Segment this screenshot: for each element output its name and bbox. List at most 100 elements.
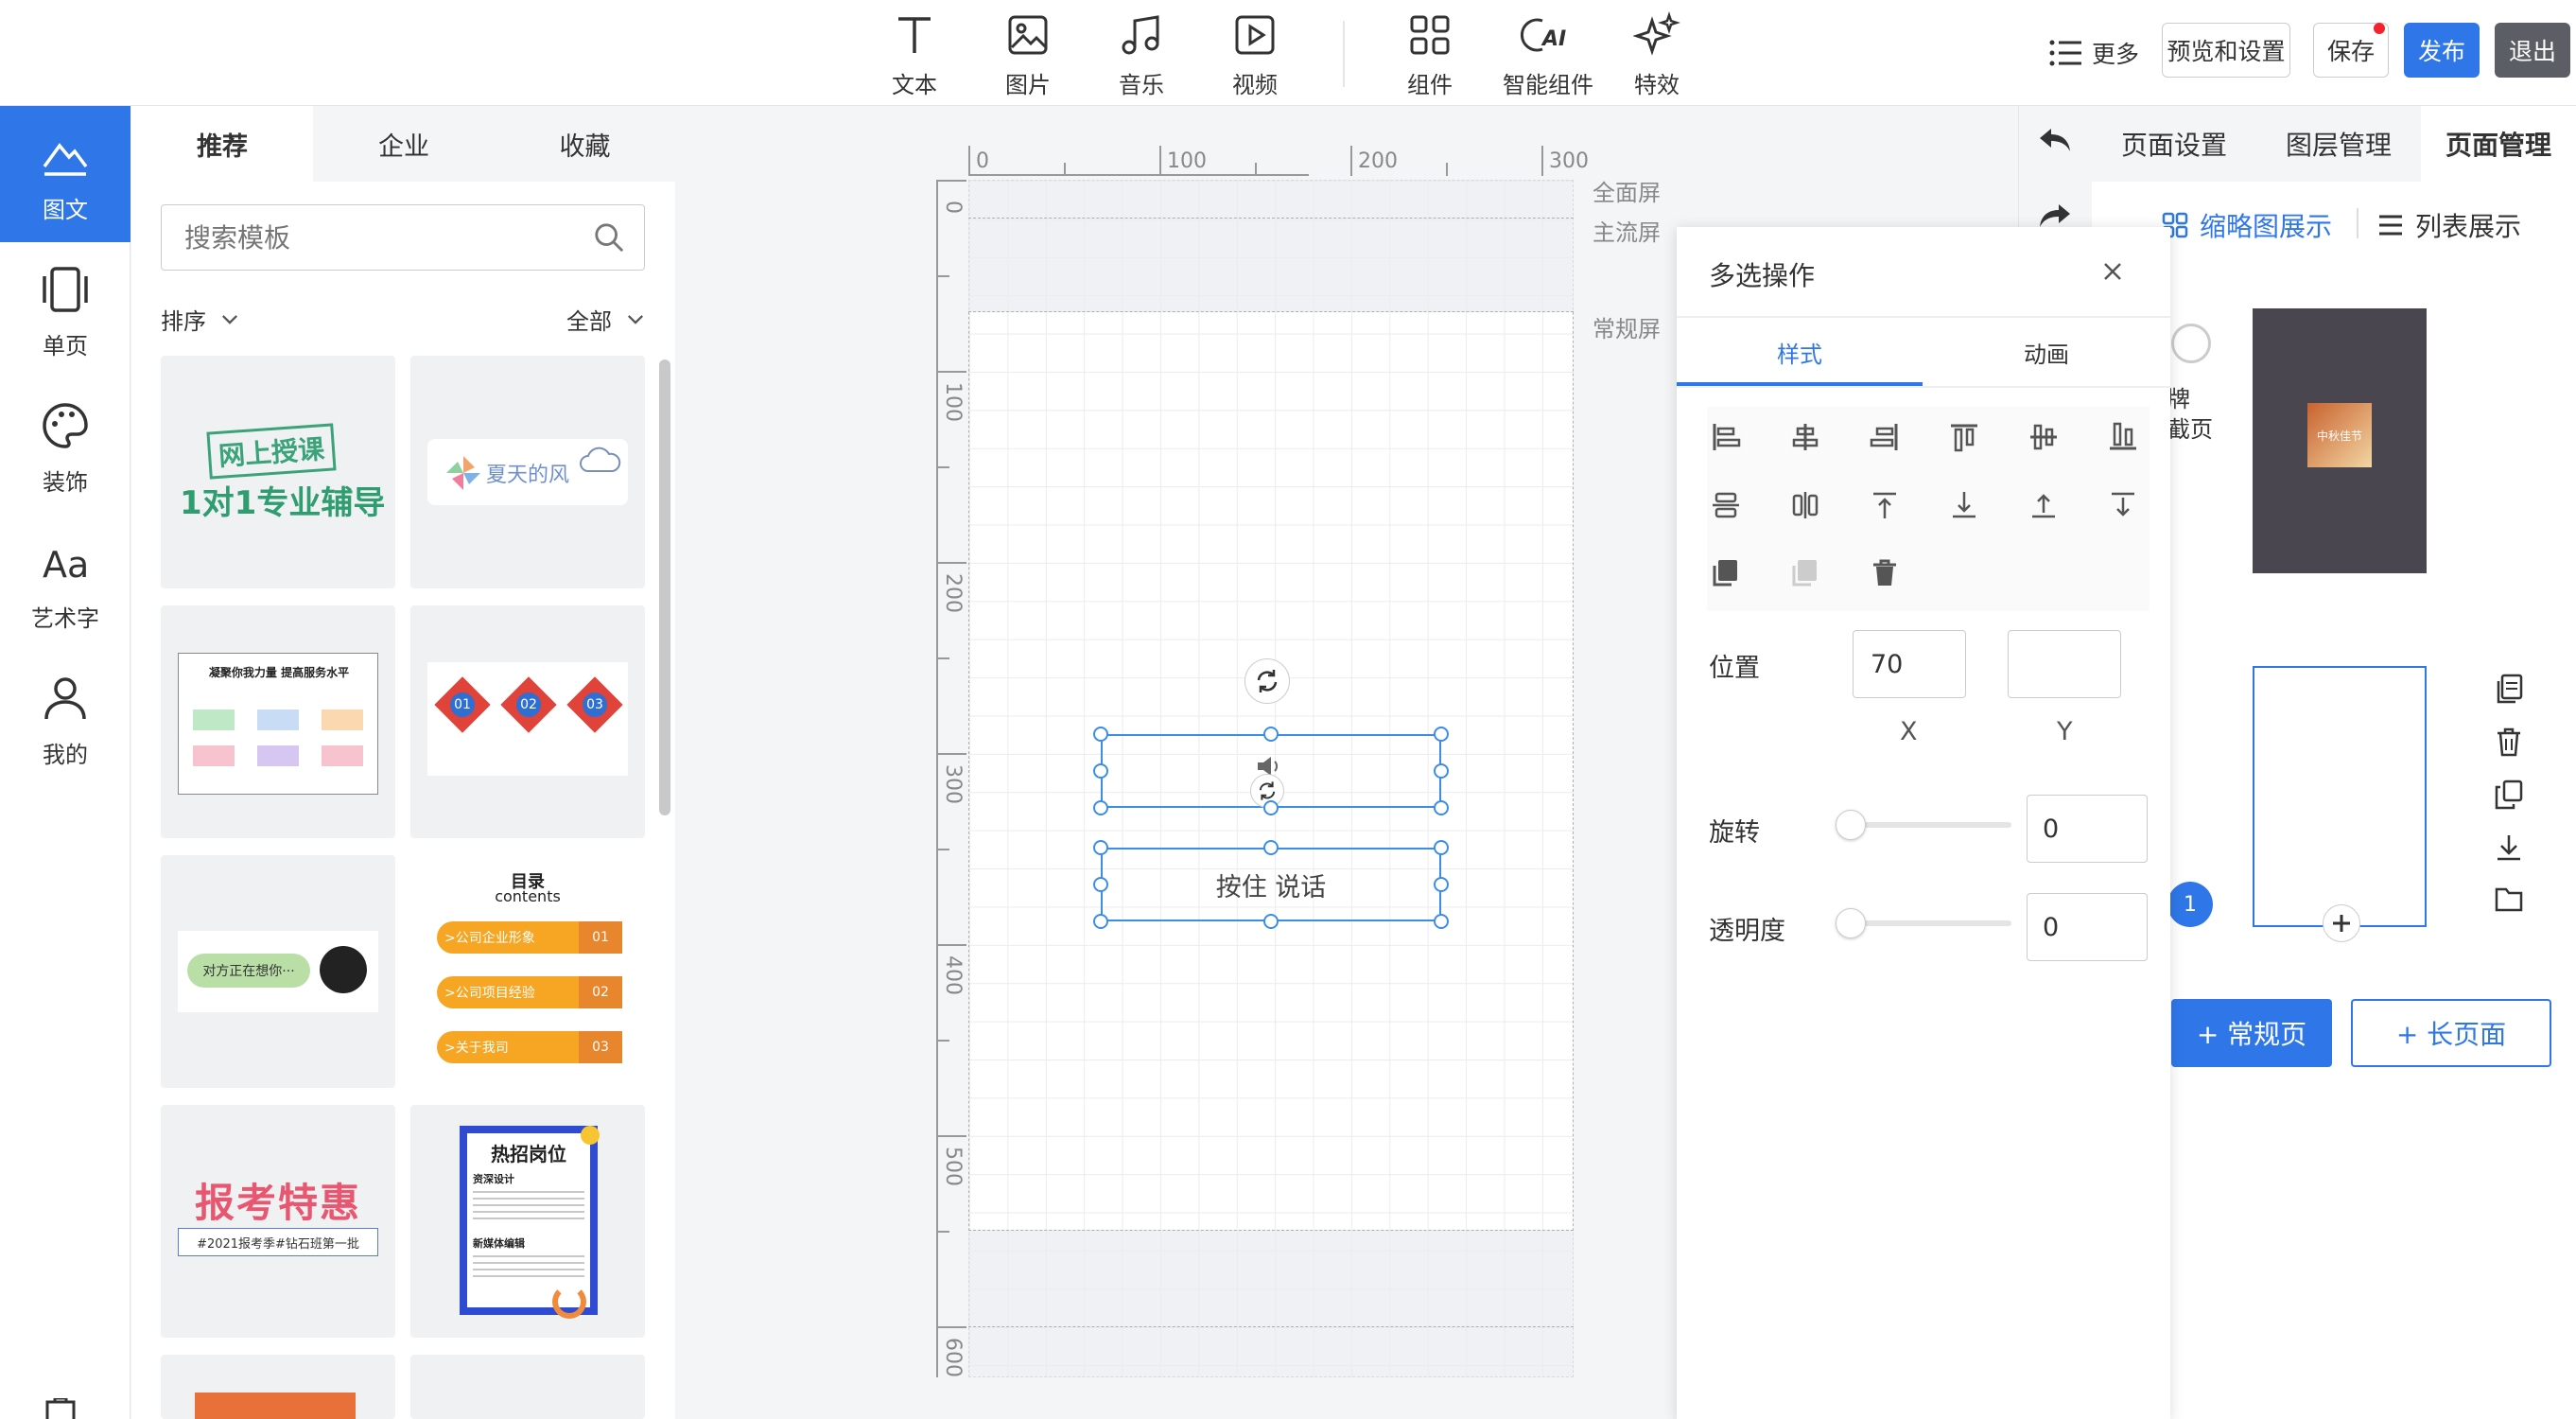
distribute-horizontal-icon[interactable]	[1709, 488, 1743, 522]
rotation-slider-thumb[interactable]	[1836, 810, 1866, 840]
nav-label: 图文	[43, 197, 88, 223]
publish-button[interactable]: 发布	[2404, 23, 2480, 78]
template-thumb-partial[interactable]	[410, 1355, 645, 1419]
exit-button[interactable]: 退出	[2495, 23, 2570, 78]
distribute-vertical-icon[interactable]	[1788, 488, 1822, 522]
template-scrollbar[interactable]	[659, 359, 670, 815]
opacity-input[interactable]: 0	[2027, 893, 2148, 961]
download-icon[interactable]	[2495, 832, 2523, 863]
resize-handle[interactable]	[1434, 914, 1449, 929]
template-thumb-hiring[interactable]: 热招岗位 资深设计 新媒体编辑	[410, 1105, 645, 1338]
list-view-label: 列表展示	[2415, 211, 2522, 242]
resize-handle[interactable]	[1093, 914, 1108, 929]
align-top-icon[interactable]	[1947, 420, 1981, 454]
template-thumb-service[interactable]: 凝聚你我力量 提高服务水平	[161, 605, 395, 838]
template-thumb-chat[interactable]: 对方正在想你···	[161, 855, 395, 1088]
resize-handle[interactable]	[1093, 727, 1108, 742]
rotation-input[interactable]: 0	[2027, 795, 2148, 863]
clipboard-icon[interactable]	[42, 1398, 79, 1419]
trash-icon[interactable]	[1868, 556, 1902, 590]
duplicate-icon[interactable]	[2495, 780, 2523, 810]
resize-handle[interactable]	[1434, 800, 1449, 815]
filter-dropdown[interactable]: 全部	[566, 303, 644, 336]
align-center-h-icon[interactable]	[1788, 420, 1822, 454]
add-page-button[interactable]	[2323, 904, 2360, 942]
nav-art-text[interactable]: Aa 艺术字	[0, 515, 131, 651]
text-tool-button[interactable]: 文本	[862, 11, 966, 99]
opacity-slider-thumb[interactable]	[1836, 908, 1866, 938]
align-left-icon[interactable]	[1709, 420, 1743, 454]
tab-recommend[interactable]: 推荐	[131, 106, 313, 182]
template-thumb-online-course[interactable]: 网上授课 1对1专业辅导	[161, 356, 395, 588]
nav-single-page[interactable]: 单页	[0, 242, 131, 378]
align-right-icon[interactable]	[1868, 420, 1902, 454]
position-y-input[interactable]	[2008, 630, 2121, 698]
move-bottom-icon[interactable]	[1947, 488, 1981, 522]
video-tool-button[interactable]: 视频	[1203, 11, 1307, 99]
search-icon[interactable]	[593, 221, 625, 254]
align-bottom-icon[interactable]	[2106, 420, 2140, 454]
template-thumb-summer-wind[interactable]: 夏天的风	[410, 356, 645, 588]
tab-layer-management[interactable]: 图层管理	[2256, 106, 2421, 182]
resize-handle[interactable]	[1434, 840, 1449, 855]
resize-handle[interactable]	[1434, 763, 1449, 779]
move-top-icon[interactable]	[1868, 488, 1902, 522]
resize-handle[interactable]	[1263, 840, 1279, 855]
page-thumbnail-2[interactable]	[2253, 666, 2427, 927]
list-view-toggle[interactable]: 列表展示	[2377, 206, 2521, 244]
smart-component-tool-button[interactable]: AI 智能组件	[1491, 11, 1605, 99]
undo-icon[interactable]	[2038, 125, 2072, 155]
folder-icon[interactable]	[2495, 885, 2523, 912]
tab-style[interactable]: 样式	[1677, 318, 1923, 386]
nav-mine[interactable]: 我的	[0, 651, 131, 787]
thumbnail-view-toggle[interactable]: 缩略图展示	[2162, 206, 2332, 244]
list-icon	[2379, 215, 2402, 236]
more-button[interactable]: 更多	[2048, 36, 2139, 70]
resize-handle[interactable]	[1263, 914, 1279, 929]
tab-page-management[interactable]: 页面管理	[2421, 106, 2576, 182]
nav-graphic-text[interactable]: 图文	[0, 106, 131, 242]
move-up-icon[interactable]	[2027, 488, 2061, 522]
tab-enterprise[interactable]: 企业	[313, 106, 495, 182]
resize-handle[interactable]	[1434, 877, 1449, 892]
close-icon[interactable]	[2102, 261, 2123, 282]
template-thumb-steps[interactable]: 01 02 03	[410, 605, 645, 838]
resize-handle[interactable]	[1263, 727, 1279, 742]
resize-handle[interactable]	[1093, 800, 1108, 815]
move-down-icon[interactable]	[2106, 488, 2140, 522]
tab-animation[interactable]: 动画	[1923, 318, 2170, 386]
tab-favorites[interactable]: 收藏	[495, 106, 675, 182]
nav-decoration[interactable]: 装饰	[0, 378, 131, 515]
template-thumb-exam[interactable]: 报考特惠 #2021报考季#钻石班第一批	[161, 1105, 395, 1338]
preview-settings-button[interactable]: 预览和设置	[2162, 23, 2290, 78]
selected-element-2[interactable]: 按住 说话	[1101, 848, 1441, 921]
sort-dropdown[interactable]: 排序	[161, 303, 238, 336]
align-center-v-icon[interactable]	[2027, 420, 2061, 454]
thumb-label: 中秋佳节	[2307, 403, 2372, 467]
resize-handle[interactable]	[1434, 727, 1449, 742]
template-thumb-partial[interactable]	[161, 1355, 395, 1419]
tab-page-settings[interactable]: 页面设置	[2092, 106, 2256, 182]
trash-icon[interactable]	[2495, 727, 2523, 757]
effects-tool-button[interactable]: 特效	[1605, 11, 1709, 99]
resize-handle[interactable]	[1263, 800, 1279, 815]
image-tool-button[interactable]: 图片	[976, 11, 1080, 99]
template-thumb-contents[interactable]: 目录 contents >公司企业形象 01 >公司项目经验 02 >关于我司 …	[410, 855, 645, 1088]
resize-handle[interactable]	[1093, 840, 1108, 855]
chevron-down-icon	[628, 315, 643, 324]
position-x-input[interactable]: 70	[1853, 630, 1966, 698]
resize-handle[interactable]	[1093, 877, 1108, 892]
copy-icon[interactable]	[1709, 556, 1743, 590]
resize-handle[interactable]	[1093, 763, 1108, 779]
ruler-tick: 400	[941, 955, 965, 995]
template-search-input[interactable]	[184, 221, 563, 254]
music-tool-button[interactable]: 音乐	[1089, 11, 1193, 99]
add-long-page-button[interactable]: + 长页面	[2351, 999, 2551, 1067]
thumb-text: 03	[579, 1031, 622, 1063]
copy-icon[interactable]	[2495, 674, 2523, 704]
add-regular-page-button[interactable]: + 常规页	[2171, 999, 2332, 1067]
page-thumbnail-1[interactable]: 中秋佳节	[2253, 308, 2427, 573]
rotate-handle[interactable]	[1244, 658, 1290, 704]
template-search-box[interactable]	[161, 204, 645, 271]
component-tool-button[interactable]: 组件	[1378, 11, 1482, 99]
